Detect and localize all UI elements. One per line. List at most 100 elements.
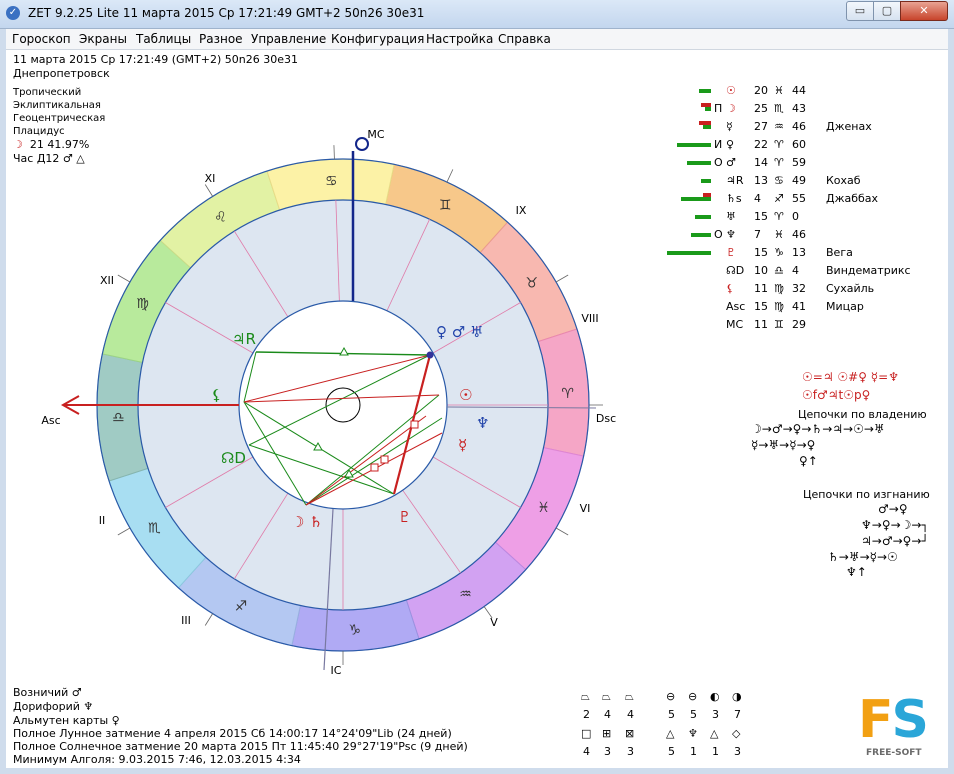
element-count: 5 bbox=[668, 745, 675, 758]
menu-help[interactable]: Справка bbox=[498, 32, 551, 46]
planet-minutes: 46 bbox=[792, 228, 806, 241]
planet-sign: ♓ bbox=[774, 228, 784, 241]
element-icon: ◇ bbox=[732, 727, 741, 740]
planet-row[interactable]: ♇ 15 ♑ 13 Вега bbox=[656, 244, 946, 262]
planet-row[interactable]: О ♆ 7 ♓ 46 bbox=[656, 226, 946, 244]
house-tick bbox=[555, 527, 569, 536]
chains-ownership-title: Цепочки по владению bbox=[798, 408, 927, 421]
dignity-bar bbox=[699, 89, 711, 93]
planet-symbol: ☿ bbox=[726, 120, 733, 133]
free-soft-logo: FS FREE-SOFT bbox=[858, 690, 929, 758]
planet-row[interactable]: П ☽ 25 ♏ 43 bbox=[656, 100, 946, 118]
planet-row[interactable]: ⚸ 11 ♍ 32 Сухайль bbox=[656, 280, 946, 298]
menu-settings[interactable]: Настройка bbox=[426, 32, 493, 46]
sign-glyph: ♌ bbox=[214, 209, 227, 225]
planet-symbol: ♀ bbox=[726, 138, 735, 151]
chains-exile-title: Цепочки по изгнанию bbox=[803, 488, 930, 501]
close-button[interactable]: ✕ bbox=[900, 1, 948, 21]
planet-symbol: ♇ bbox=[726, 246, 736, 259]
planet-row[interactable]: ♅ 15 ♈ 0 bbox=[656, 208, 946, 226]
solar-eclipse: Полное Солнечное затмение 20 марта 2015 … bbox=[13, 740, 468, 753]
element-icon: □ bbox=[581, 727, 592, 740]
planet-minutes: 41 bbox=[792, 300, 806, 313]
sign-glyph: ♑ bbox=[348, 623, 361, 639]
element-icon: △ bbox=[666, 727, 675, 740]
planet-minutes: 32 bbox=[792, 282, 806, 295]
house-label: XI bbox=[205, 172, 216, 185]
planet-sign: ♐ bbox=[774, 192, 784, 205]
chain-exile-1: ♂→♀ bbox=[878, 502, 908, 516]
planet-row[interactable]: О ♂ 14 ♈ 59 bbox=[656, 154, 946, 172]
planet-degree: 15 bbox=[754, 246, 768, 259]
chart-canvas[interactable]: 11 марта 2015 Ср 17:21:49 (GMT+2) 50n26 … bbox=[6, 50, 948, 768]
fixed-star: Дженах bbox=[826, 120, 872, 133]
chain-exile-4: ♄→♅→☿→☉ bbox=[828, 550, 898, 564]
fixed-star: Виндематрикс bbox=[826, 264, 911, 277]
planet-minutes: 46 bbox=[792, 120, 806, 133]
dignity-bar bbox=[681, 197, 711, 201]
charioteer: Возничий ♂ bbox=[13, 686, 82, 699]
element-icon: ⏢ bbox=[581, 690, 590, 703]
planet-minutes: 0 bbox=[792, 210, 799, 223]
menu-tables[interactable]: Таблицы bbox=[136, 32, 191, 46]
fixed-star: Сухайль bbox=[826, 282, 875, 295]
menu-misc[interactable]: Разное bbox=[199, 32, 243, 46]
planet-sign: ♓ bbox=[774, 84, 784, 97]
menu-configuration[interactable]: Конфигурация bbox=[331, 32, 424, 46]
element-icon: ⏢ bbox=[602, 690, 611, 703]
minimize-button[interactable]: ▭ bbox=[846, 1, 874, 21]
house-label: Asc bbox=[41, 414, 60, 427]
element-icon: ⏢ bbox=[625, 690, 634, 703]
planet-sun: ☉ bbox=[459, 386, 472, 404]
planet-sign: ♑ bbox=[774, 246, 784, 259]
planet-sign: ♏ bbox=[774, 102, 784, 115]
planet-symbol: ♃R bbox=[726, 174, 744, 187]
planet-row[interactable]: ♄s 4 ♐ 55 Джаббах bbox=[656, 190, 946, 208]
planet-minutes: 4 bbox=[792, 264, 799, 277]
planet-row[interactable]: ♃R 13 ♋ 49 Кохаб bbox=[656, 172, 946, 190]
house-tick bbox=[204, 613, 213, 626]
chain-own-2: ☿→♅→☿→♀ bbox=[751, 438, 816, 452]
chain-own-3: ♀↑ bbox=[799, 454, 818, 468]
dignity-bar bbox=[703, 125, 711, 129]
planet-indicator: П bbox=[714, 102, 723, 115]
menu-bar: Гороскоп Экраны Таблицы Разное Управлени… bbox=[6, 29, 948, 50]
planet-neptune: ♆ bbox=[476, 414, 489, 432]
dignity-bar bbox=[677, 143, 711, 147]
element-count: 5 bbox=[690, 708, 697, 721]
planet-row[interactable]: Asc 15 ♍ 41 Мицар bbox=[656, 298, 946, 316]
app-icon[interactable]: ✓ bbox=[6, 6, 20, 20]
element-icon: ⊖ bbox=[688, 690, 698, 703]
sign-glyph: ♋ bbox=[325, 173, 338, 189]
element-count: 7 bbox=[734, 708, 741, 721]
dignity-bar bbox=[701, 179, 711, 183]
house-label: V bbox=[490, 616, 498, 629]
planet-sign: ♈ bbox=[774, 138, 784, 151]
maximize-button[interactable]: ▢ bbox=[873, 1, 901, 21]
menu-control[interactable]: Управление bbox=[251, 32, 326, 46]
planet-degree: 15 bbox=[754, 210, 768, 223]
house-label: VI bbox=[580, 502, 591, 515]
menu-horoscope[interactable]: Гороскоп bbox=[12, 32, 71, 46]
menu-screens[interactable]: Экраны bbox=[79, 32, 127, 46]
planet-row[interactable]: И ♀ 22 ♈ 60 bbox=[656, 136, 946, 154]
planet-row[interactable]: ☊D 10 ♎ 4 Виндематрикс bbox=[656, 262, 946, 280]
planet-minutes: 49 bbox=[792, 174, 806, 187]
planet-row[interactable]: ☉ 20 ♓ 44 bbox=[656, 82, 946, 100]
planet-sign: ♍ bbox=[774, 282, 784, 295]
planet-sign: ♋ bbox=[774, 174, 784, 187]
element-count: 2 bbox=[583, 708, 590, 721]
sign-glyph: ♒ bbox=[459, 587, 472, 603]
planet-symbol: ⚸ bbox=[726, 282, 735, 295]
debility-bar bbox=[699, 121, 711, 125]
planet-row[interactable]: MC 11 ♊ 29 bbox=[656, 316, 946, 334]
sign-glyph: ♍ bbox=[136, 296, 149, 312]
planet-row[interactable]: ☿ 27 ♒ 46 Дженах bbox=[656, 118, 946, 136]
dignity-bar bbox=[695, 215, 711, 219]
algol-minimum: Минимум Алголя: 9.03.2015 7:46, 12.03.20… bbox=[13, 753, 301, 766]
element-icon: ⊖ bbox=[666, 690, 676, 703]
element-count: 5 bbox=[668, 708, 675, 721]
planet-symbol: ☉ bbox=[726, 84, 736, 97]
element-count: 3 bbox=[712, 708, 719, 721]
debility-bar bbox=[703, 193, 711, 197]
